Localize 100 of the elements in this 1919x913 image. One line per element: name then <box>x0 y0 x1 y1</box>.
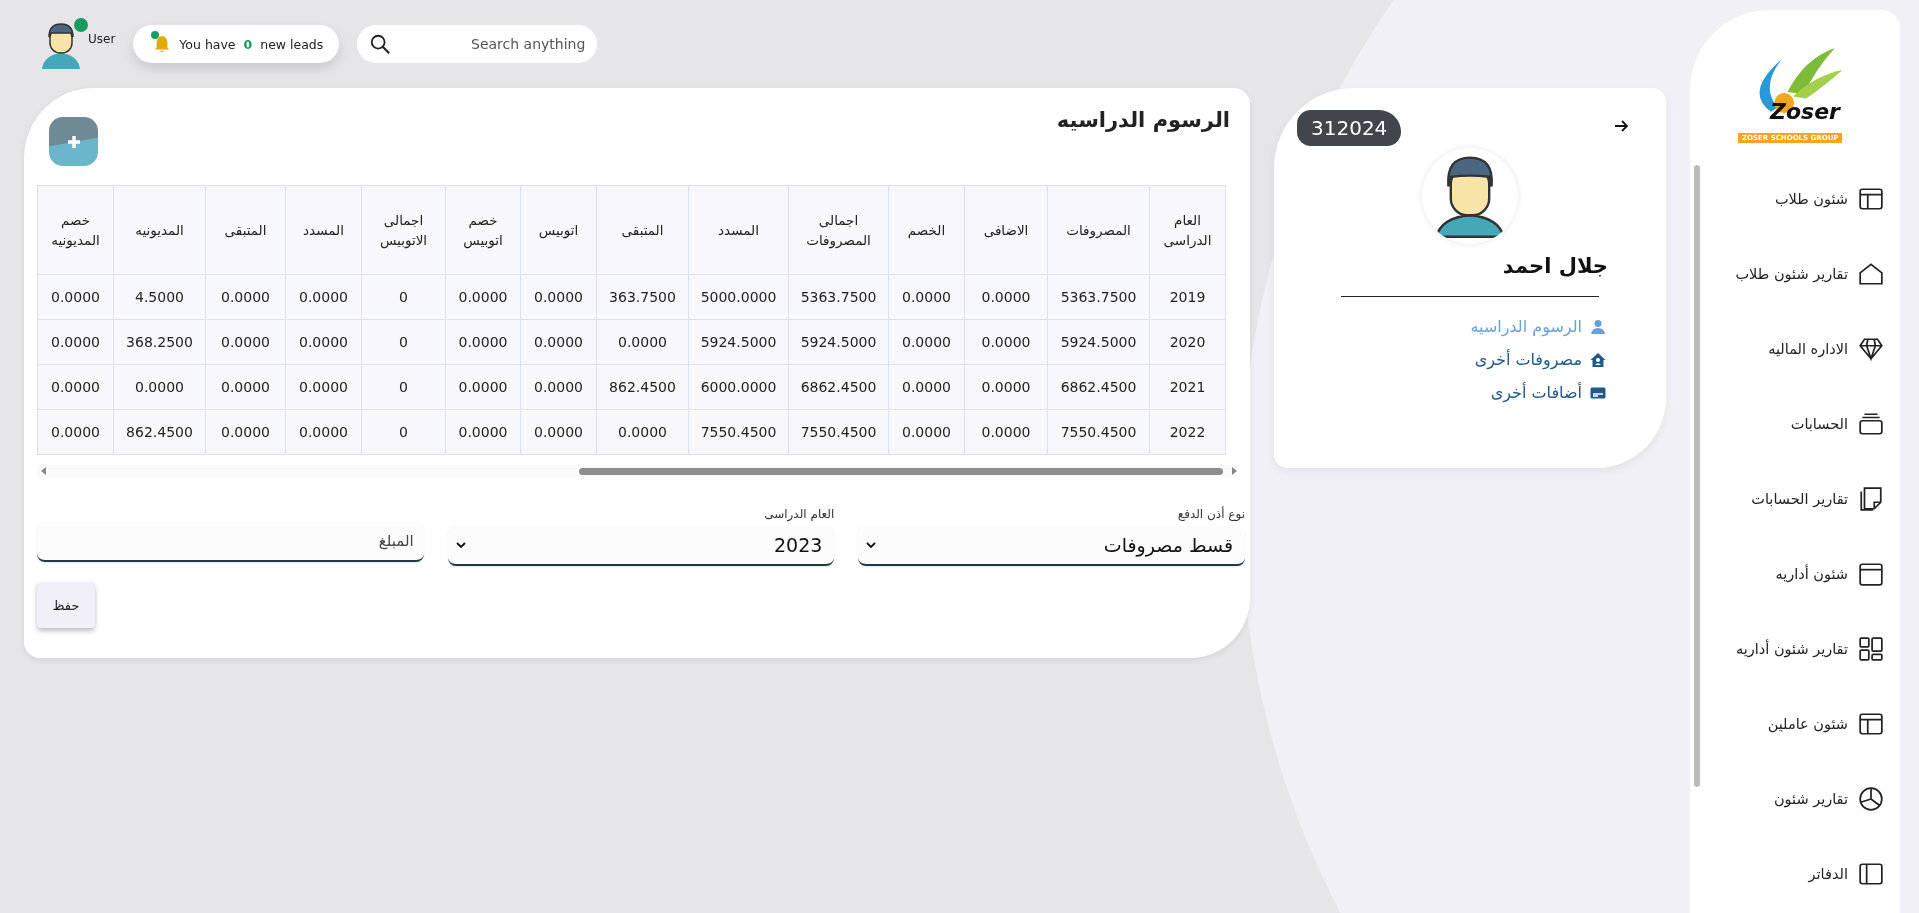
table-cell: 862.4500 <box>596 364 689 410</box>
table-cell: 0.0000 <box>285 319 362 365</box>
amount-field[interactable]: المبلغ <box>37 522 424 562</box>
card-title: الرسوم الدراسيه <box>1056 108 1230 132</box>
profile-link[interactable]: أضافات أخرى <box>1490 383 1606 402</box>
table-cell: 2020 <box>1149 319 1226 365</box>
table-cell: 6862.4500 <box>788 364 889 410</box>
table-cell: 363.7500 <box>596 274 689 320</box>
table-cell: 862.4500 <box>113 409 206 455</box>
table-cell: 2019 <box>1149 274 1226 320</box>
column-header: الخصم <box>888 185 965 275</box>
table-cell: 0.0000 <box>964 274 1048 320</box>
table-cell: 0.0000 <box>445 364 521 410</box>
horizontal-scrollbar[interactable] <box>37 465 1237 477</box>
table-cell: 0.0000 <box>205 274 286 320</box>
table-cell: 5000.0000 <box>688 274 789 320</box>
sidebar-item[interactable]: الحسابات <box>1690 386 1900 461</box>
table-cell: 0 <box>361 364 446 410</box>
table-cell: 0.0000 <box>596 319 689 365</box>
table-cell: 0.0000 <box>445 274 521 320</box>
sidebar-item[interactable]: تقارير شئون أداريه <box>1690 611 1900 686</box>
sidebar-item[interactable]: شئون عاملين <box>1690 686 1900 761</box>
profile-link[interactable]: مصروفات أخرى <box>1474 350 1606 369</box>
table-cell: 0.0000 <box>520 274 597 320</box>
sidebar-item[interactable]: تقارير شئون <box>1690 761 1900 836</box>
table-cell: 6000.0000 <box>688 364 789 410</box>
table-cell: 2022 <box>1149 409 1226 455</box>
grid-icon <box>1858 635 1884 662</box>
table-cell: 0.0000 <box>37 364 114 410</box>
user-name: User <box>88 32 116 46</box>
search-icon <box>369 33 392 55</box>
sidebar-item[interactable]: الدفاتر <box>1690 836 1900 911</box>
search-field[interactable]: Search anything <box>357 25 598 63</box>
table-cell: 0.0000 <box>285 364 362 410</box>
table-cell: 0.0000 <box>888 319 965 365</box>
column-header: اجمالى المصروفات <box>788 185 889 275</box>
table-cell: 0.0000 <box>964 364 1048 410</box>
table-cell: 0.0000 <box>520 364 597 410</box>
table-cell: 368.2500 <box>113 319 206 365</box>
table-cell: 7550.4500 <box>788 409 889 455</box>
column-header: المديونيه <box>113 185 206 275</box>
sidebar-item[interactable]: تقارير الحسابات <box>1690 461 1900 536</box>
pie-icon <box>1858 785 1884 812</box>
field-label: العام الدراسى <box>763 507 835 522</box>
table-cell: 5363.7500 <box>788 274 889 320</box>
table-cell: 0.0000 <box>285 409 362 455</box>
sidebar-item[interactable]: شئون أداريه <box>1690 536 1900 611</box>
leads-notification[interactable]: You have 0 new leads <box>133 25 340 63</box>
column-header: الاضافى <box>964 185 1048 275</box>
table-cell: 0.0000 <box>205 319 286 365</box>
table-cell: 0.0000 <box>964 319 1048 365</box>
sidebar-item[interactable]: شئون طلاب <box>1690 161 1900 236</box>
column-header: خصم المديونيه <box>37 185 114 275</box>
window-icon <box>1858 185 1884 212</box>
table-cell: 0.0000 <box>596 409 689 455</box>
table-cell: 2021 <box>1149 364 1226 410</box>
table-cell: 6862.4500 <box>1047 364 1150 410</box>
table-cell: 0 <box>361 409 446 455</box>
table-cell: 0.0000 <box>37 274 114 320</box>
table-cell: 0.0000 <box>888 364 965 410</box>
tray-icon <box>1858 410 1884 437</box>
column-header: المتبقى <box>596 185 689 275</box>
add-button[interactable] <box>49 117 98 166</box>
table-cell: 0.0000 <box>964 409 1048 455</box>
vertical-scrollbar[interactable] <box>1694 165 1700 787</box>
logo-name: Zoser <box>1770 99 1840 124</box>
column-header: المسدد <box>688 185 789 275</box>
arrow-right-icon[interactable] <box>1613 118 1629 134</box>
sidebar-item[interactable]: الاداره الماليه <box>1690 311 1900 386</box>
note-icon <box>1858 485 1884 512</box>
column-header: المصروفات <box>1047 185 1150 275</box>
table-cell: 0.0000 <box>888 274 965 320</box>
sidebar-item[interactable]: تقارير شئون طلاب <box>1690 236 1900 311</box>
table-cell: 0 <box>361 319 446 365</box>
column-header: اجمالى الاتوبيس <box>361 185 446 275</box>
table-cell: 5924.5000 <box>788 319 889 365</box>
table-cell: 7550.4500 <box>688 409 789 455</box>
student-code-badge: 312024 <box>1297 110 1402 146</box>
table-cell: 0.0000 <box>445 319 521 365</box>
column-header: خصم اتوبيس <box>445 185 521 275</box>
table-cell: 0.0000 <box>205 364 286 410</box>
table-cell: 4.5000 <box>113 274 206 320</box>
column-header: المتبقى <box>205 185 286 275</box>
field-label: نوع أذن الدفع <box>1176 507 1245 522</box>
table-cell: 0.0000 <box>285 274 362 320</box>
save-button[interactable]: حفظ <box>37 582 95 628</box>
dropdown-field[interactable]: 2023 <box>447 526 835 566</box>
house-icon <box>1590 351 1606 368</box>
window-icon <box>1858 710 1884 737</box>
table-cell: 0.0000 <box>445 409 521 455</box>
diamond-icon <box>1858 335 1884 362</box>
column-header: اتوبيس <box>520 185 597 275</box>
student-name: جلال احمد <box>1502 254 1608 278</box>
person-icon <box>1590 318 1606 335</box>
table-cell: 0.0000 <box>113 364 206 410</box>
chevron-down-icon <box>866 542 877 548</box>
dropdown-field[interactable]: قسط مصروفات <box>858 526 1245 566</box>
column-header: المسدد <box>285 185 362 275</box>
table-cell: 0.0000 <box>37 319 114 365</box>
table-cell: 0.0000 <box>888 409 965 455</box>
